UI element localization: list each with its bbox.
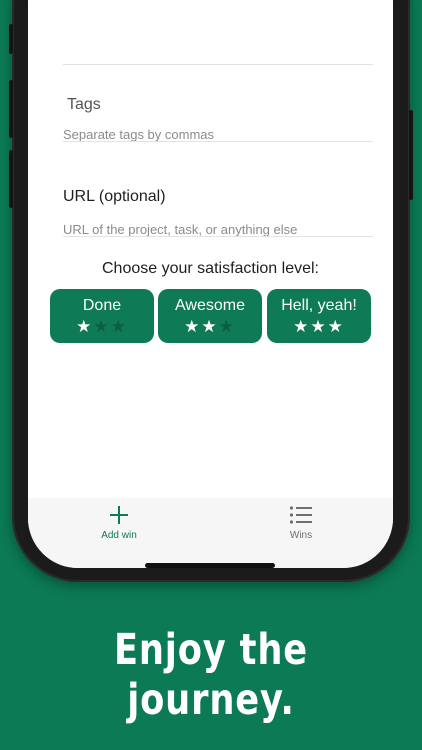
url-label: URL (optional) [63,188,166,205]
promo-tagline: Enjoy the journey. [113,625,309,725]
satisfaction-awesome-button[interactable]: Awesome ★★★ [158,289,262,343]
tags-placeholder: Separate tags by commas [63,127,215,142]
satisfaction-awesome-stars: ★★★ [158,318,262,336]
phone-side-button-left-3 [9,150,13,208]
url-underline [63,236,373,237]
phone-side-button-left-1 [9,24,13,54]
satisfaction-done-button[interactable]: Done ★★★ [50,289,154,343]
tags-input[interactable]: Separate tags by commas [63,122,373,142]
satisfaction-hell-yeah-label: Hell, yeah! [281,297,357,314]
satisfaction-hell-yeah-button[interactable]: Hell, yeah! ★★★ [267,289,371,343]
tab-add-win-label: Add win [101,530,137,541]
url-placeholder: URL of the project, task, or anything el… [63,222,298,237]
tab-wins[interactable]: Wins [226,498,376,558]
phone-side-button-right [409,110,413,200]
tab-add-win[interactable]: Add win [44,498,194,558]
satisfaction-done-label: Done [82,297,122,314]
tags-underline [63,141,373,142]
plus-icon [110,506,128,524]
phone-frame: Tags Separate tags by commas URL (option… [9,0,413,582]
tab-bar: Add win Wins [28,498,393,568]
satisfaction-done-stars: ★★★ [50,318,154,336]
star-icon: ★ [76,317,94,336]
star-icon: ★ [184,317,202,336]
tags-label: Tags [67,96,101,113]
star-icon: ★ [327,317,345,336]
satisfaction-prompt: Choose your satisfaction level: [102,260,319,277]
star-icon: ★ [218,317,236,336]
home-indicator[interactable] [145,563,275,568]
satisfaction-awesome-label: Awesome [175,297,245,314]
star-icon: ★ [93,317,111,336]
app-screen: Tags Separate tags by commas URL (option… [28,0,393,568]
star-icon: ★ [201,317,219,336]
star-icon: ★ [310,317,328,336]
url-input[interactable]: URL of the project, task, or anything el… [63,216,373,237]
star-icon: ★ [110,317,128,336]
list-icon [289,506,312,524]
phone-side-button-left-2 [9,80,13,138]
satisfaction-hell-yeah-stars: ★★★ [267,318,371,336]
previous-field-underline [63,64,373,65]
tab-wins-label: Wins [289,530,313,541]
star-icon: ★ [293,317,311,336]
